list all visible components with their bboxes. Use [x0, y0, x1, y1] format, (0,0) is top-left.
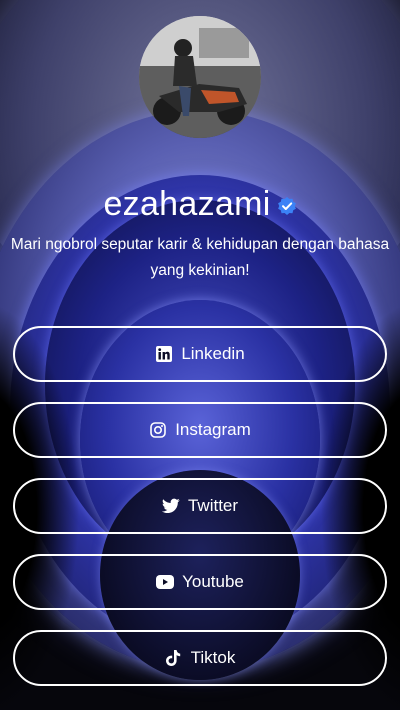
linkedin-icon	[155, 345, 173, 363]
link-label: Linkedin	[181, 344, 245, 363]
link-button-tiktok[interactable]: Tiktok	[13, 630, 387, 686]
username: ezahazami	[103, 184, 271, 223]
youtube-icon	[156, 573, 175, 591]
verified-badge-icon	[277, 196, 297, 216]
link-list: Linkedin Instagram Twitter Youtube Tikto…	[13, 326, 387, 706]
instagram-icon	[149, 421, 167, 439]
link-label: Tiktok	[190, 648, 236, 667]
tiktok-icon	[165, 649, 183, 667]
profile-bio: Mari ngobrol seputar karir & kehidupan d…	[10, 236, 390, 279]
link-button-youtube[interactable]: Youtube	[13, 554, 387, 610]
link-label: Youtube	[182, 572, 244, 591]
profile-header: ezahazami	[0, 182, 400, 226]
link-button-linkedin[interactable]: Linkedin	[13, 326, 387, 382]
link-label: Twitter	[187, 496, 239, 515]
twitter-icon	[161, 497, 180, 515]
link-button-twitter[interactable]: Twitter	[13, 478, 387, 534]
link-button-instagram[interactable]: Instagram	[13, 402, 387, 458]
avatar	[139, 16, 261, 138]
link-label: Instagram	[175, 420, 251, 439]
